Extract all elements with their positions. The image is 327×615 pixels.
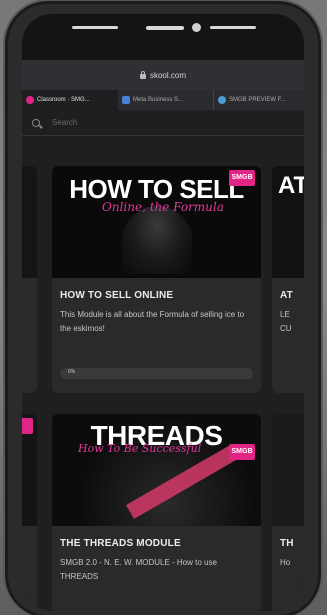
tab-classroom[interactable]: Classroom · SMG... [22,90,118,110]
tab-meta-business[interactable]: Meta Business S... [118,90,214,110]
phone-frame: skool.com Classroom · SMG... Meta Busine… [8,4,318,615]
course-card-partial-right[interactable]: TH Ho [272,414,304,611]
course-description: SMGB 2.0 - N. E. W. MODULE - How to use … [60,558,217,581]
course-description: Ho [280,558,291,567]
url-text: skool.com [149,70,186,80]
progress-label: 0% [68,369,76,375]
course-thumbnail [272,414,304,526]
course-description: This Module is all about the Formula of … [60,310,245,333]
person-image [122,206,192,274]
course-thumbnail: AT [272,166,304,278]
course-title: TH [280,538,294,549]
lock-icon [139,70,146,79]
browser-tabs: Classroom · SMG... Meta Business S... SM… [22,90,304,110]
course-grid: G HOW TO SELL Online, the Formula SMGB H… [22,136,304,611]
skool-icon [26,96,34,104]
thumbnail-script: Online, the Formula [102,200,224,214]
course-thumbnail: G [22,166,37,278]
meta-icon [122,96,130,104]
search-input[interactable] [50,117,254,128]
status-bar [22,14,304,60]
progress-bar: 0% [60,368,253,379]
thumbnail-text: G [22,176,37,210]
notch-line-left [72,26,118,29]
search-bar [22,110,304,136]
tab-label: Classroom · SMG... [37,97,90,103]
smgb-badge: SMGB [229,170,255,186]
course-card[interactable]: THREADS How To Be Successful SMGB THE TH… [52,414,261,611]
thumbnail-text: AT [278,172,304,199]
smgb-badge [22,418,33,434]
course-card-partial-left[interactable]: G [22,166,37,393]
speaker-grill [146,26,184,30]
camera-icon [192,23,201,32]
course-title: THE THREADS MODULE [60,538,181,549]
search-icon [32,118,40,127]
address-bar[interactable]: skool.com [22,60,304,90]
course-thumbnail: HOW TO SELL Online, the Formula SMGB [52,166,261,278]
course-thumbnail [22,414,37,526]
tab-label: SMGB PREVIEW F... [229,97,286,103]
course-card[interactable]: HOW TO SELL Online, the Formula SMGB HOW… [52,166,261,393]
tab-smgb-preview[interactable]: SMGB PREVIEW F... [214,90,304,110]
course-title: HOW TO SELL ONLINE [60,290,174,301]
course-title: AT [280,290,293,301]
ribbon-graphic [126,445,238,519]
tab-label: Meta Business S... [133,97,184,103]
phone-screen: skool.com Classroom · SMG... Meta Busine… [22,14,304,611]
course-description-line: LE [280,310,290,319]
thumbnail-script: How To Be Successful [78,442,202,455]
course-card-partial-left[interactable] [22,414,37,611]
course-description-line: CU [280,324,292,333]
course-card-partial-right[interactable]: AT AT LE CU [272,166,304,393]
notch-line-right [210,26,256,29]
course-thumbnail: THREADS How To Be Successful SMGB [52,414,261,526]
globe-icon [218,96,226,104]
smgb-badge: SMGB [229,444,255,460]
